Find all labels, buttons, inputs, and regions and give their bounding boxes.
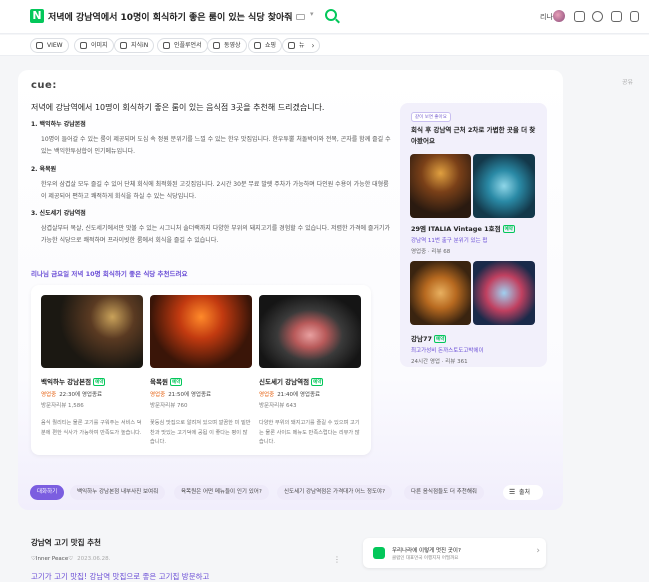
image-icon (80, 42, 87, 49)
chevron-right-icon: › (536, 546, 540, 556)
related-tag: 같이 보면 좋아요 (411, 112, 451, 122)
keyboard-icon[interactable] (296, 14, 305, 20)
restaurant-status: 영업중 21:40에 영업종료 (259, 392, 321, 398)
tab-image[interactable]: 이미지 (74, 38, 114, 53)
followup-chip[interactable]: 신도세기 강남역점은 가격대가 어느 정도야? (277, 485, 392, 500)
restaurant-desc: 꽃등심 맛집으로 알려져 있으며 깔끔한 미 밑반찬과 맛있는 고기덕에 공됩 … (150, 420, 251, 445)
tab-kin[interactable]: 지식iN (114, 38, 155, 53)
place-photo[interactable] (473, 154, 535, 218)
bell-icon[interactable] (574, 11, 585, 22)
place-photo[interactable] (473, 261, 535, 325)
review-count: 방문자리뷰 1,586 (41, 403, 84, 409)
place-sub: 강남역 11번 출구 분위기 있는 펍 (411, 238, 488, 244)
naver-logo[interactable]: N (30, 9, 44, 23)
search-result: 강남역 고기 맛집 추천 ♡Inner Peace♡ 2023.06.28. 고기… (18, 526, 358, 582)
section-title: 3. 신도세기 강남역점 (31, 210, 86, 217)
restaurant-photo[interactable] (259, 295, 361, 368)
category-tabs: VIEW 이미지 지식iN 인플루언서 동영상 쇼핑 뉴› ··· 공유 (0, 35, 649, 86)
tab-view[interactable]: VIEW (30, 38, 69, 53)
news-icon (288, 42, 295, 49)
restaurant-card[interactable]: 신도세기 강남역점 예약 영업중 21:40에 영업종료 방문자리뷰 643 다양한… (259, 295, 361, 457)
place-photo[interactable] (410, 261, 471, 325)
related-places-panel: 같이 보면 좋아요 회식 후 강남역 근처 2차로 가볍한 곳을 더 찾아봤어요… (400, 103, 547, 367)
talk-icon[interactable] (592, 11, 603, 22)
place-meta: 영업중 · 리뷰 68 (411, 249, 451, 255)
shopping-icon (254, 42, 261, 49)
cue-logo: cue: (31, 80, 57, 91)
tab-shopping[interactable]: 쇼핑 (248, 38, 283, 53)
restaurant-status: 영업중 22:30에 영업종료 (41, 392, 103, 398)
followup-chip[interactable]: 육목원은 어떤 메뉴들이 인기 있어? (174, 485, 269, 500)
promo-icon (373, 547, 385, 559)
followup-chip[interactable]: 백익하누 강남본점 내부사진 보여줘 (70, 485, 166, 500)
chat-button[interactable]: 대화하기 (30, 485, 65, 500)
source-button[interactable]: ☰ 출처 (503, 485, 543, 500)
section-title: 1. 백익하누 강남본점 (31, 121, 86, 128)
restaurant-cards: 백익하누 강남본점 예약 영업중 22:30에 영업종료 방문자리뷰 1,586 음… (31, 285, 371, 455)
view-icon (36, 42, 43, 49)
restaurant-name: 육목원 예약 (150, 378, 183, 386)
review-count: 방문자리뷰 760 (150, 403, 188, 409)
answer-section: 1. 백익하누 강남본점 10명이 들어갈 수 있는 룸이 제공되며 도심 속 … (31, 119, 391, 158)
restaurant-name: 신도세기 강남역점 예약 (259, 378, 324, 386)
answer-intro: 저녁에 강남역에서 10명이 회식하기 좋은 룸이 있는 음식점 3곳을 추천해… (31, 103, 325, 112)
related-title: 회식 후 강남역 근처 2차로 가볍한 곳을 더 찾아봤어요 (411, 126, 536, 145)
top-bar: N 저녁에 강남역에서 10명이 회식하기 좋은 룸이 있는 식당 찾아줘 ▾ … (0, 0, 649, 34)
list-icon: ☰ (509, 488, 516, 496)
followup-chips: 대화하기 백익하누 강남본점 내부사진 보여줘 육목원은 어떤 메뉴들이 인기 … (0, 482, 649, 504)
restaurant-desc: 다양한 부위의 돼지고기를 즐길 수 있으며 고기는 물론 사이드 메뉴도 만족… (259, 420, 360, 445)
kin-icon (120, 42, 127, 49)
restaurant-photo[interactable] (41, 295, 143, 368)
promo-sub: 클럽인 대표먼국 이행지처 어떨까요 (392, 556, 459, 561)
cue-answer-panel: cue: 저녁에 강남역에서 10명이 회식하기 좋은 룸이 있는 음식점 3곳… (18, 70, 563, 510)
share-button[interactable]: 공유 (622, 77, 633, 86)
place-photo[interactable] (410, 154, 471, 218)
result-title[interactable]: 강남역 고기 맛집 추천 (31, 537, 101, 548)
promo-card[interactable]: 우리나라에 이렇게 멋진 곳이? 클럽인 대표먼국 이행지처 어떨까요 › (363, 538, 546, 568)
result-author[interactable]: ♡Inner Peace♡ (31, 556, 73, 562)
answer-section: 3. 신도세기 강남역점 삼겹살부터 목살, 신도세기에서만 맛볼 수 있는 시… (31, 208, 391, 247)
tab-news[interactable]: 뉴 › (282, 38, 320, 53)
reservation-badge: 예약 (169, 378, 183, 386)
chevron-right-icon[interactable]: › (311, 39, 314, 52)
menu-icon[interactable] (630, 11, 639, 22)
reservation-badge: 예약 (434, 335, 447, 343)
mail-icon[interactable] (611, 11, 622, 22)
tab-video[interactable]: 동영상 (207, 38, 247, 53)
restaurant-card[interactable]: 백익하누 강남본점 예약 영업중 22:30에 영업종료 방문자리뷰 1,586 음… (41, 295, 143, 457)
place-sub: 최고가성비 돈까스토도고박에이 (411, 348, 484, 354)
place-name[interactable]: 강남77 예약 (411, 333, 447, 343)
section-title: 2. 육목원 (31, 166, 57, 173)
restaurant-name: 백익하누 강남본점 예약 (41, 378, 106, 386)
result-date: 2023.06.28. (77, 556, 111, 562)
tab-influencer[interactable]: 인플루언서 (157, 38, 208, 53)
video-icon (213, 42, 220, 49)
place-name[interactable]: 29엠 ITALIA Vintage 1호점 예약 (411, 223, 515, 233)
user-name[interactable]: 리나 (540, 12, 553, 22)
section-body: 삼겹살부터 목살, 신도세기에서만 맛볼 수 있는 시그니처 솔더랙까지 다양한… (41, 225, 390, 244)
place-meta: 24시간 영업 · 리뷰 361 (411, 359, 468, 365)
reservation-badge: 예약 (502, 225, 515, 233)
answer-section: 2. 육목원 한우의 삼겹살 모두 즐길 수 있어 단체 회식에 최적화된 고깃… (31, 164, 391, 203)
restaurant-desc: 음식 퀄리티는 물론 고기를 구워주는 서비스 덕분에 편한 식사가 가능하여 … (41, 420, 142, 436)
influencer-icon (163, 42, 170, 49)
restaurant-card[interactable]: 육목원 예약 영업중 21:50에 영업종료 방문자리뷰 760 꽃등심 맛집으로 … (150, 295, 252, 457)
restaurant-photo[interactable] (150, 295, 252, 368)
recommendation-title: 리나님 금요일 저녁 10명 회식하기 좋은 식당 추천드려요 (31, 270, 188, 278)
followup-chip[interactable]: 다른 음식점들도 더 추천해줘 (404, 485, 484, 500)
section-body: 10명이 들어갈 수 있는 룸이 제공되며 도심 속 정원 분위기를 느낄 수 … (41, 136, 391, 155)
result-meta: ♡Inner Peace♡ 2023.06.28. (31, 556, 110, 562)
search-icon[interactable] (325, 9, 337, 21)
avatar[interactable] (553, 10, 565, 22)
review-count: 방문자리뷰 643 (259, 403, 297, 409)
promo-title: 우리나라에 이렇게 멋진 곳이? (392, 548, 461, 554)
restaurant-status: 영업중 21:50에 영업종료 (150, 392, 212, 398)
section-body: 한우의 삼겹살 모두 즐길 수 있어 단체 회식에 최적화된 고깃집입니다. 2… (41, 181, 389, 200)
kebab-icon[interactable]: ⋮ (333, 555, 341, 564)
reservation-badge: 예약 (311, 378, 324, 386)
search-query[interactable]: 저녁에 강남역에서 10명이 회식하기 좋은 룸이 있는 식당 찾아줘 (48, 10, 293, 23)
result-link[interactable]: 고기가 고기 맛집! 강남역 맛집으로 좋은 고기집 방문하고 (31, 571, 209, 582)
chevron-down-icon[interactable]: ▾ (310, 10, 314, 18)
reservation-badge: 예약 (93, 378, 106, 386)
